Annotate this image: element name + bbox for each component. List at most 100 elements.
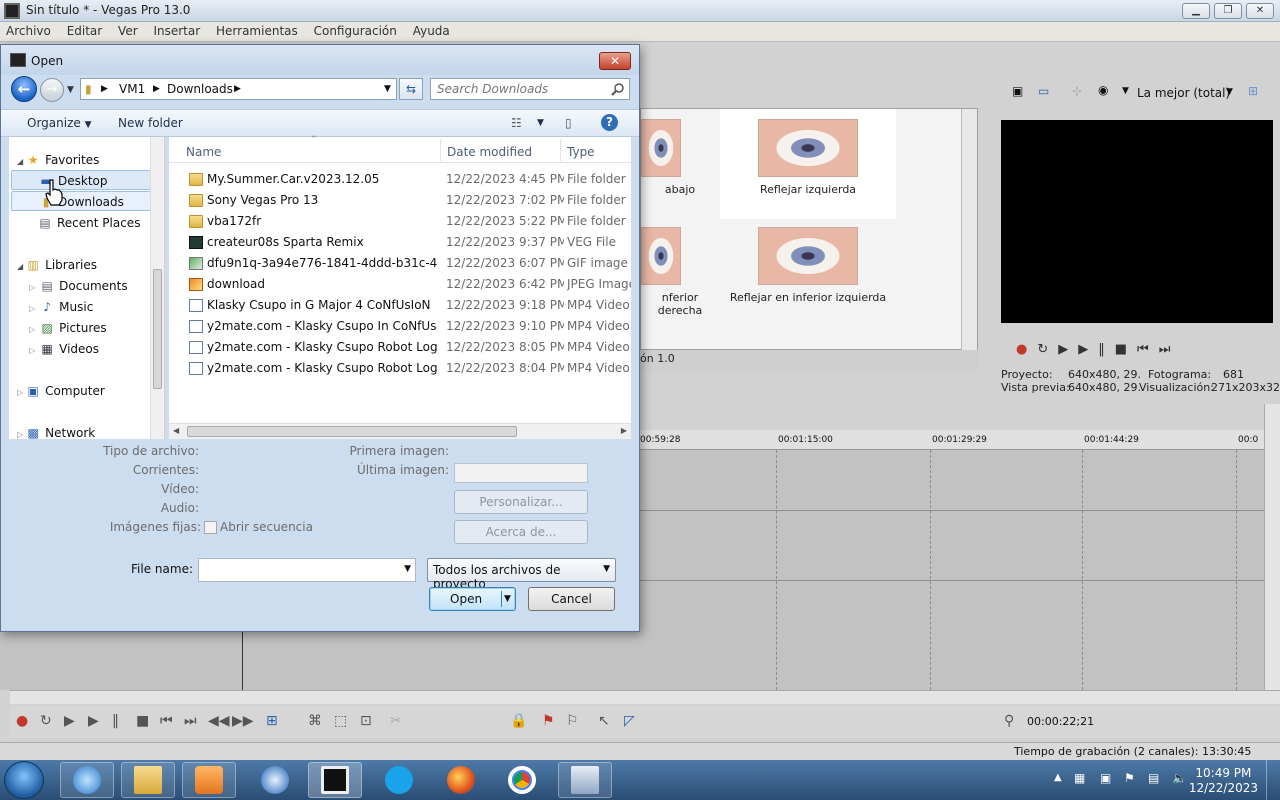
chevron-right-icon[interactable]: ▶ — [101, 84, 108, 94]
search-box[interactable] — [430, 78, 630, 100]
loop-icon[interactable]: ↻ — [1037, 342, 1058, 357]
column-divider[interactable] — [560, 139, 561, 161]
column-name[interactable]: Name — [186, 145, 221, 159]
acerca-de-button[interactable]: Acerca de... — [454, 520, 588, 544]
nav-pictures[interactable]: ▷ ▨ Pictures — [9, 318, 149, 338]
menu-insertar[interactable]: Insertar — [147, 22, 206, 40]
taskbar-clock[interactable]: 10:49 PM 12/22/2023 — [1189, 766, 1258, 796]
fx-preset-reflejar-izquierda[interactable]: Reflejar izquierda — [720, 109, 896, 219]
play-from-start-icon[interactable]: ▶ — [1058, 342, 1078, 357]
search-input[interactable] — [435, 80, 605, 98]
split-screen-icon[interactable]: ⊹ — [1072, 84, 1082, 98]
show-desktop-button[interactable] — [1266, 760, 1280, 800]
nav-recent-places[interactable]: ▤ Recent Places — [9, 213, 149, 233]
new-folder-button[interactable]: New folder — [118, 116, 183, 130]
expand-arrow-icon[interactable]: ▷ — [29, 283, 35, 292]
nav-network[interactable]: ▷ ▩ Network — [9, 423, 149, 443]
external-monitor-icon[interactable]: ▭ — [1038, 84, 1049, 98]
marker-icon[interactable]: ⚑ — [542, 713, 555, 729]
prev-frame-icon[interactable]: ◀◀ — [208, 713, 230, 729]
preview-quality-select[interactable]: La mejor (total) — [1137, 86, 1230, 100]
nav-music[interactable]: ▷ ♪ Music — [9, 297, 149, 317]
menu-configuracion[interactable]: Configuración — [308, 22, 403, 40]
volume-muted-icon[interactable]: 🔈 — [1172, 771, 1187, 785]
expand-arrow-icon[interactable]: ▷ — [17, 388, 23, 397]
breadcrumb-vm1[interactable]: VM1 — [119, 82, 145, 96]
help-icon[interactable]: ? — [601, 114, 618, 131]
expand-arrow-icon[interactable]: ◢ — [17, 262, 23, 271]
address-bar[interactable]: ▮ ▶ VM1 ▶ Downloads ▶ ▼ — [80, 78, 397, 100]
file-name-combobox[interactable]: ▼ — [198, 558, 416, 582]
tray-app-icon[interactable]: ▦ — [1074, 771, 1085, 785]
vegas-taskbar-button[interactable] — [308, 762, 362, 798]
chevron-up-icon[interactable]: ▲ — [1054, 772, 1062, 783]
nav-favorites[interactable]: ◢ ★ Favorites — [9, 150, 149, 170]
timeline-ruler[interactable]: 00:59:28 00:01:15:00 00:01:29:29 00:01:4… — [640, 430, 1264, 450]
play-from-start-icon[interactable]: ▶ — [64, 713, 75, 729]
timeline-tracks[interactable] — [640, 450, 1264, 690]
zoom-icon[interactable]: ⊡ — [360, 713, 372, 729]
next-frame-icon[interactable]: ▶▶ — [232, 713, 254, 729]
menu-ayuda[interactable]: Ayuda — [407, 22, 456, 40]
chevron-down-icon[interactable]: ▼ — [384, 84, 391, 94]
refresh-button[interactable]: ⇆ — [399, 78, 423, 100]
nav-videos[interactable]: ▷ ▦ Videos — [9, 339, 149, 359]
file-list-horizontal-scrollbar[interactable]: ◀ ▶ — [169, 423, 631, 439]
scroll-left-icon[interactable]: ◀ — [173, 426, 179, 435]
scrollbar-thumb[interactable] — [153, 269, 162, 389]
fx-preset-inferior-derecha[interactable]: nferior derecha — [641, 227, 719, 317]
chevron-right-icon[interactable]: ▶ — [234, 84, 241, 94]
column-divider[interactable] — [440, 139, 441, 161]
menu-ver[interactable]: Ver — [112, 22, 144, 40]
go-end-icon[interactable]: ⏭ — [184, 713, 197, 729]
go-start-icon[interactable]: ⏮ — [160, 713, 173, 729]
forward-button[interactable]: → — [40, 78, 64, 102]
close-button[interactable]: ✕ — [1246, 3, 1274, 19]
internet-explorer-taskbar-button[interactable] — [60, 762, 114, 798]
expand-arrow-icon[interactable]: ▷ — [29, 304, 35, 313]
envelope-icon[interactable]: ⌘ — [308, 713, 322, 729]
stop-icon[interactable]: ■ — [136, 713, 149, 729]
file-row[interactable]: My.Summer.Car.v2023.12.05 12/22/2023 4:45… — [169, 169, 631, 190]
file-row[interactable]: y2mate.com - Klasky Csupo Robot Logo_...… — [169, 337, 631, 358]
expand-arrow-icon[interactable]: ▷ — [29, 346, 35, 355]
action-center-flag-icon[interactable]: ⚑ — [1124, 771, 1135, 785]
file-row[interactable]: createur08s Sparta Remix 12/22/2023 9:37 … — [169, 232, 631, 253]
expand-arrow-icon[interactable]: ▷ — [17, 430, 23, 439]
pause-icon[interactable]: ‖ — [1098, 342, 1115, 357]
menu-archivo[interactable]: Archivo — [0, 22, 57, 40]
expand-arrow-icon[interactable]: ◢ — [17, 157, 23, 166]
pause-icon[interactable]: ‖ — [112, 713, 119, 729]
organize-button[interactable]: Organize ▼ — [27, 116, 92, 130]
flash-taskbar-button[interactable] — [248, 762, 302, 798]
normal-edit-tool-icon[interactable]: ↖ — [598, 713, 610, 729]
minimize-button[interactable]: ▁ — [1182, 3, 1210, 19]
preview-pane-icon[interactable]: ▯ — [565, 116, 572, 130]
maximize-button[interactable]: ❐ — [1214, 3, 1242, 19]
nav-documents[interactable]: ▷ ▤ Documents — [9, 276, 149, 296]
chevron-down-icon[interactable]: ▼ — [537, 118, 544, 128]
dialog-close-button[interactable]: ✕ — [599, 52, 631, 70]
fx-preset-abajo[interactable]: abajo — [641, 119, 719, 196]
timeline-vertical-scrollbar[interactable] — [1264, 404, 1280, 690]
navigation-pane-scrollbar[interactable] — [150, 137, 164, 439]
file-row[interactable]: download 12/22/2023 6:42 PM JPEG Image — [169, 274, 631, 295]
nav-desktop[interactable]: ▬ Desktop — [11, 170, 151, 190]
column-date-modified[interactable]: Date modified — [447, 145, 532, 159]
cut-icon[interactable]: ✂ — [390, 713, 402, 729]
go-end-icon[interactable]: ⏭ — [1159, 342, 1181, 357]
stop-icon[interactable]: ■ — [1115, 342, 1137, 357]
chrome-taskbar-button[interactable] — [495, 762, 549, 798]
file-type-select[interactable]: Todos los archivos de proyecto ▼ — [427, 558, 616, 591]
nav-computer[interactable]: ▷ ▣ Computer — [9, 381, 149, 401]
tray-network-warning-icon[interactable]: ▣ — [1100, 771, 1111, 785]
chevron-down-icon[interactable]: ▼ — [404, 564, 411, 574]
play-icon[interactable]: ▶ — [1078, 342, 1098, 357]
play-icon[interactable]: ▶ — [88, 713, 99, 729]
menu-editar[interactable]: Editar — [61, 22, 109, 40]
skype-taskbar-button[interactable] — [372, 762, 426, 798]
media-player-taskbar-button[interactable] — [182, 762, 236, 798]
search-icon[interactable] — [611, 82, 625, 96]
snap-icon[interactable]: ⊞ — [266, 713, 278, 729]
lock-icon[interactable]: 🔒 — [510, 713, 527, 729]
